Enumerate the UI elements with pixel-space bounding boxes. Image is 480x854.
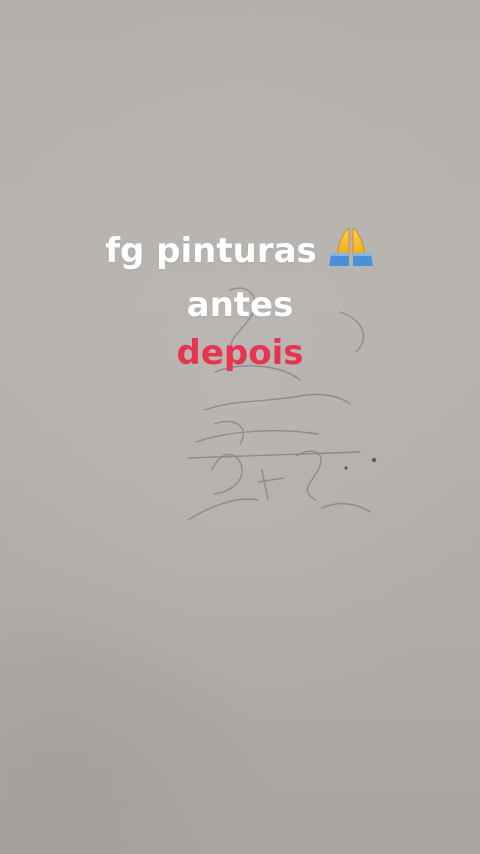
folded-hands-icon xyxy=(327,226,375,281)
video-caption: fg pinturas antes depois xyxy=(0,226,480,377)
caption-line-title: fg pinturas xyxy=(0,226,480,281)
caption-line-before: antes xyxy=(186,285,294,325)
pencil-scribble xyxy=(187,287,377,521)
caption-line-after: depois xyxy=(176,333,304,373)
